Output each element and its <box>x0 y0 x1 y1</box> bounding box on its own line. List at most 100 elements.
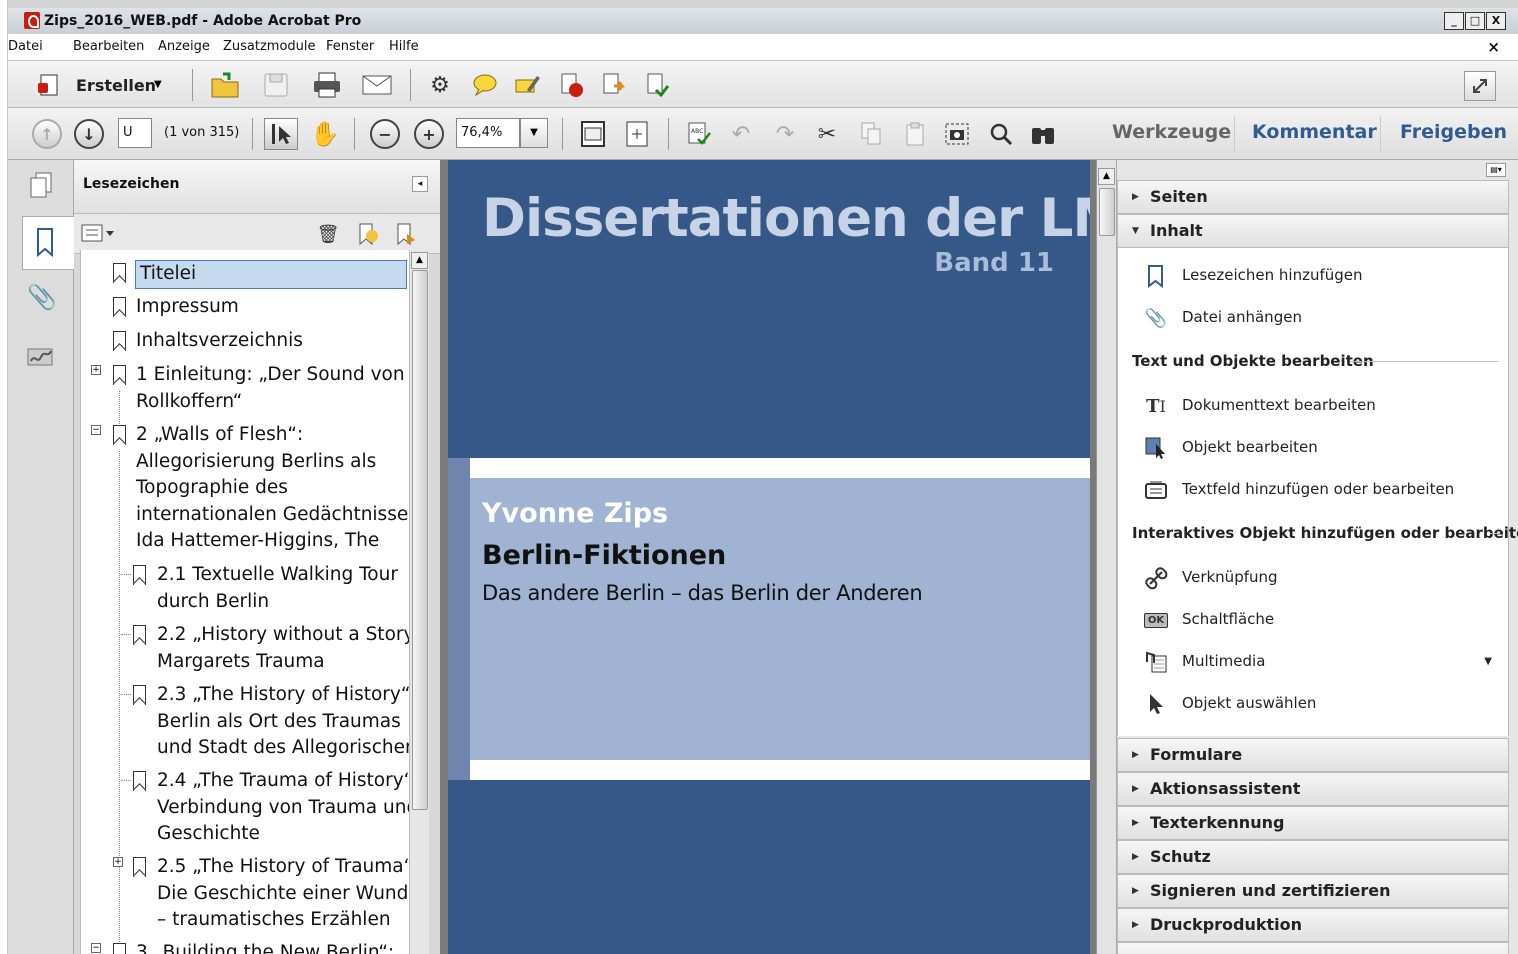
bookmark-label: Allegorisierung Berlins als <box>136 450 377 472</box>
section-texterkennung[interactable]: ▶ Texterkennung <box>1117 806 1509 840</box>
desktop-edge <box>0 0 8 954</box>
doc-scroll-up-arrow[interactable]: ▲ <box>1098 168 1115 185</box>
tab-separator <box>1380 116 1381 152</box>
bookmarks-header: Lesezeichen ◂ <box>74 160 440 214</box>
delete-bookmark-trash-icon[interactable]: 🗑 <box>314 221 342 247</box>
close-window-button[interactable]: X <box>1486 12 1506 30</box>
zoom-input[interactable]: 76,4% <box>456 118 520 148</box>
edit-document-text-item[interactable]: TI Dokumenttext bearbeiten <box>1118 392 1510 420</box>
tab-werkzeuge[interactable]: Werkzeuge <box>1112 121 1231 143</box>
open-folder-icon[interactable] <box>208 69 242 101</box>
menu-bearbeiten[interactable]: Bearbeiten <box>73 39 144 54</box>
maximize-button[interactable]: □ <box>1465 12 1485 30</box>
email-icon[interactable] <box>360 69 394 101</box>
spellcheck-icon[interactable]: ABC <box>684 118 714 150</box>
create-button[interactable]: Erstellen <box>76 76 156 95</box>
fit-page-icon[interactable] <box>622 118 652 150</box>
undo-icon[interactable]: ↶ <box>726 118 756 150</box>
section-schutz[interactable]: ▶ Schutz <box>1117 840 1509 874</box>
close-document-button[interactable]: × <box>1487 38 1500 56</box>
fullscreen-icon[interactable] <box>1464 71 1496 101</box>
tab-freigeben[interactable]: Freigeben <box>1400 121 1507 143</box>
add-bookmark-item[interactable]: Lesezeichen hinzufügen <box>1118 262 1510 290</box>
previous-page-icon[interactable]: ↑ <box>32 119 62 149</box>
signatures-icon[interactable] <box>26 342 56 372</box>
comment-icon[interactable] <box>470 71 500 99</box>
collapse-toggle[interactable]: − <box>91 425 101 435</box>
title-block: Yvonne Zips Berlin-Fiktionen Das andere … <box>470 478 1090 760</box>
create-pdf-icon[interactable] <box>34 71 64 99</box>
binoculars-icon[interactable] <box>1028 118 1058 150</box>
scroll-thumb[interactable] <box>412 270 428 810</box>
panel-options-icon[interactable]: ▤▾ <box>1486 163 1506 177</box>
new-bookmark-icon[interactable] <box>354 221 382 247</box>
section-formulare[interactable]: ▶ Formulare <box>1117 738 1509 772</box>
link-item[interactable]: Verknüpfung <box>1118 564 1510 592</box>
save-icon[interactable] <box>260 69 292 101</box>
minimize-button[interactable]: _ <box>1444 12 1464 30</box>
doc-scroll-thumb[interactable] <box>1099 188 1115 236</box>
create-dropdown-arrow[interactable]: ▼ <box>154 79 162 90</box>
snapshot-camera-icon[interactable] <box>942 118 972 150</box>
document-scrollbar[interactable]: ▲ <box>1096 160 1116 954</box>
pdf-page: Dissertationen der LMU Band 11 Yvonne Zi… <box>448 160 1090 954</box>
menu-fenster[interactable]: Fenster <box>326 39 374 54</box>
bookmark-icon <box>133 771 146 791</box>
toolbar-separator <box>410 69 411 101</box>
expand-toggle[interactable]: + <box>113 857 123 867</box>
book-title: Berlin-Fiktionen <box>482 540 727 571</box>
attachments-paperclip-icon[interactable]: 📎 <box>27 282 57 312</box>
scroll-up-arrow[interactable]: ▲ <box>411 252 428 269</box>
select-object-item[interactable]: Objekt auswählen <box>1118 690 1510 718</box>
author-name: Yvonne Zips <box>482 498 669 529</box>
zoom-dropdown-button[interactable]: ▼ <box>520 118 548 148</box>
section-more[interactable] <box>1117 942 1509 954</box>
pdf-export-icon[interactable] <box>598 71 628 99</box>
copy-icon[interactable] <box>856 118 886 150</box>
tab-kommentar[interactable]: Kommentar <box>1252 121 1377 143</box>
pdf-delete-icon[interactable] <box>556 71 586 99</box>
bookmark-label: Inhaltsverzeichnis <box>136 330 303 351</box>
expand-bookmark-icon[interactable] <box>392 221 420 247</box>
redo-icon[interactable]: ↷ <box>770 118 800 150</box>
section-druckproduktion[interactable]: ▶ Druckproduktion <box>1117 908 1509 942</box>
pdf-import-icon[interactable] <box>642 71 672 99</box>
page-thumbnails-icon[interactable] <box>26 170 56 200</box>
attach-file-item[interactable]: 📎 Datei anhängen <box>1118 304 1510 332</box>
collapse-toggle[interactable]: − <box>91 943 101 953</box>
gear-icon[interactable]: ⚙ <box>426 71 454 99</box>
menu-zusatzmodule[interactable]: Zusatzmodule <box>223 39 316 54</box>
section-aktionsassistent[interactable]: ▶ Aktionsassistent <box>1117 772 1509 806</box>
multimedia-dropdown-arrow[interactable]: ▼ <box>1484 656 1492 667</box>
add-textfield-item[interactable]: Textfeld hinzufügen oder bearbeiten <box>1118 476 1510 504</box>
menu-datei[interactable]: Datei <box>8 39 43 54</box>
next-page-icon[interactable]: ↓ <box>74 119 104 149</box>
text-edit-icon: TI <box>1146 395 1166 417</box>
menu-anzeige[interactable]: Anzeige <box>158 39 210 54</box>
page-number-input[interactable]: U <box>118 118 152 148</box>
multimedia-item[interactable]: Multimedia ▼ <box>1118 648 1510 676</box>
search-icon[interactable] <box>986 118 1016 150</box>
expand-toggle[interactable]: + <box>91 365 101 375</box>
scrolling-mode-icon[interactable] <box>578 118 608 150</box>
menu-hilfe[interactable]: Hilfe <box>389 39 419 54</box>
print-icon[interactable] <box>310 69 344 101</box>
select-cursor-icon[interactable] <box>264 118 298 150</box>
section-seiten[interactable]: ▶ Seiten <box>1117 180 1509 214</box>
bookmark-scrollbar[interactable]: ▲ <box>409 250 429 954</box>
collapse-panel-button[interactable]: ◂ <box>412 176 428 192</box>
paste-icon[interactable] <box>900 118 930 150</box>
hand-tool-icon[interactable]: ✋ <box>308 118 342 150</box>
section-signieren[interactable]: ▶ Signieren und zertifizieren <box>1117 874 1509 908</box>
zoom-in-icon[interactable]: + <box>414 119 444 149</box>
section-inhalt[interactable]: ▼ Inhalt <box>1117 214 1509 248</box>
toolbar-separator <box>252 118 253 150</box>
select-object-icon <box>1144 692 1168 716</box>
highlight-icon[interactable] <box>512 71 542 99</box>
cut-icon[interactable]: ✂ <box>812 118 842 150</box>
edit-object-item[interactable]: Objekt bearbeiten <box>1118 434 1510 462</box>
bookmark-options-icon[interactable] <box>80 222 116 244</box>
button-item[interactable]: OK Schaltfläche <box>1118 606 1510 634</box>
zoom-out-icon[interactable]: − <box>370 119 400 149</box>
bookmarks-tab[interactable] <box>22 216 74 270</box>
